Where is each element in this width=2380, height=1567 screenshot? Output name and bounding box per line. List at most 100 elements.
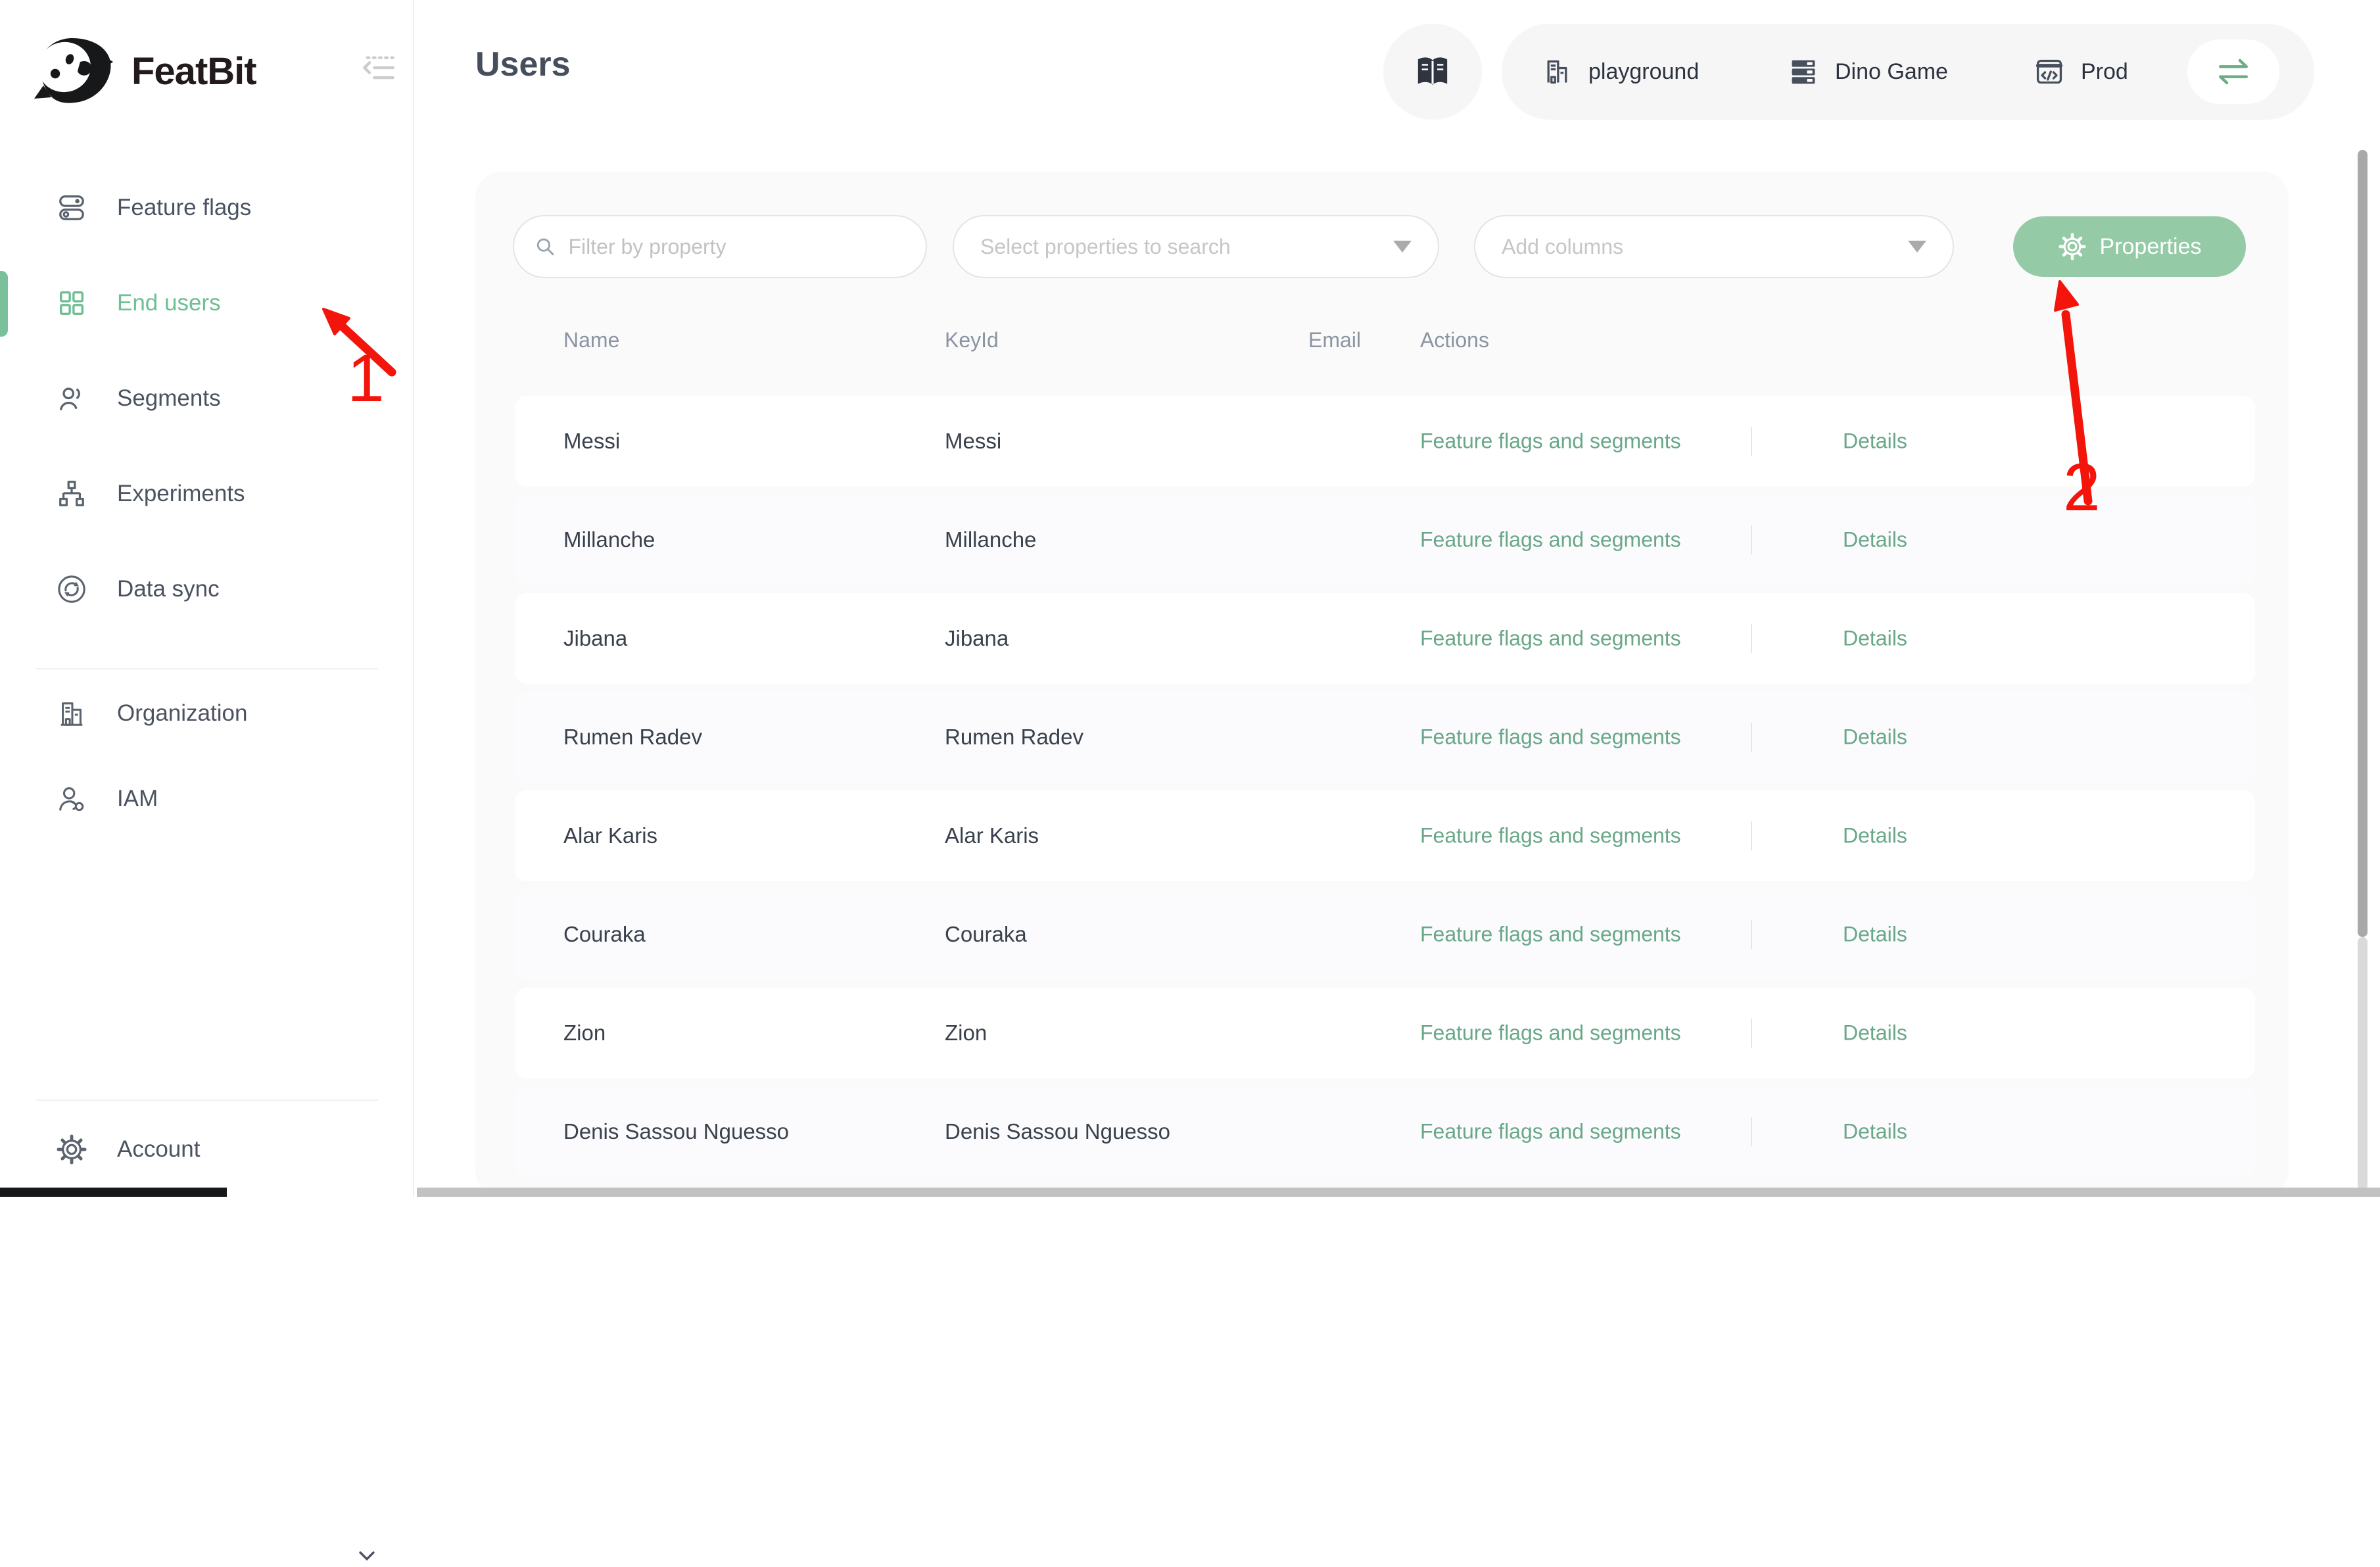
sidebar-item-experiments[interactable]: Experiments bbox=[0, 446, 414, 541]
cell-name: Alar Karis bbox=[563, 823, 945, 848]
table-row: Denis Sassou Nguesso Denis Sassou Nguess… bbox=[515, 1086, 2255, 1177]
chevron-down-icon[interactable] bbox=[355, 1543, 379, 1567]
cell-keyid: Zion bbox=[945, 1021, 1308, 1046]
sidebar: FeatBit Feature flags End users bbox=[0, 0, 414, 1197]
link-flags-segments[interactable]: Feature flags and segments bbox=[1420, 627, 1681, 651]
cell-actions: Feature flags and segments Details bbox=[1420, 396, 2255, 487]
book-icon bbox=[1414, 55, 1451, 89]
cell-name: Millanche bbox=[563, 527, 945, 552]
actions-divider bbox=[1751, 427, 1752, 456]
swap-arrows-icon bbox=[2213, 57, 2254, 86]
sidebar-item-label: Organization bbox=[117, 700, 247, 727]
link-details[interactable]: Details bbox=[1843, 725, 1907, 750]
workspace-project-label: Dino Game bbox=[1835, 59, 1948, 85]
iam-icon bbox=[57, 784, 87, 814]
table-header: Name KeyId Email Actions bbox=[515, 314, 2255, 366]
workspace-environment[interactable]: Prod bbox=[2035, 24, 2128, 120]
dropdown-caret-icon bbox=[1393, 241, 1412, 253]
collapse-sidebar-icon[interactable] bbox=[362, 53, 396, 84]
cell-keyid: Messi bbox=[945, 429, 1308, 454]
cell-keyid: Denis Sassou Nguesso bbox=[945, 1119, 1308, 1144]
link-flags-segments[interactable]: Feature flags and segments bbox=[1420, 824, 1681, 848]
dropdown-caret-icon bbox=[1908, 241, 1926, 253]
sidebar-item-label: Feature flags bbox=[117, 195, 251, 221]
table-row: Jibana Jibana Feature flags and segments… bbox=[515, 593, 2255, 684]
featbit-mascot-icon bbox=[30, 33, 114, 109]
link-flags-segments[interactable]: Feature flags and segments bbox=[1420, 1120, 1681, 1144]
sidebar-item-feature-flags[interactable]: Feature flags bbox=[0, 160, 414, 255]
link-details[interactable]: Details bbox=[1843, 923, 1907, 947]
sidebar-item-data-sync[interactable]: Data sync bbox=[0, 541, 414, 637]
link-details[interactable]: Details bbox=[1843, 1021, 1907, 1046]
filter-by-property-input[interactable] bbox=[568, 235, 906, 259]
sidebar-item-organization[interactable]: Organization bbox=[0, 671, 414, 756]
column-header-name: Name bbox=[563, 328, 945, 352]
actions-divider bbox=[1751, 624, 1752, 653]
select-properties-dropdown[interactable]: Select properties to search bbox=[953, 215, 1439, 278]
vertical-scrollbar-thumb[interactable] bbox=[2358, 150, 2368, 937]
horizontal-scrollbar[interactable] bbox=[417, 1188, 2380, 1197]
cell-actions: Feature flags and segments Details bbox=[1420, 988, 2255, 1078]
workspace-org[interactable]: playground bbox=[1542, 24, 1699, 120]
table-row: Rumen Radev Rumen Radev Feature flags an… bbox=[515, 692, 2255, 783]
table-row: Zion Zion Feature flags and segments Det… bbox=[515, 988, 2255, 1078]
account-gear-icon bbox=[57, 1134, 87, 1165]
workspace-environment-label: Prod bbox=[2081, 59, 2128, 85]
brand-name: FeatBit bbox=[131, 49, 256, 93]
data-sync-icon bbox=[57, 574, 87, 604]
project-stack-icon bbox=[1789, 57, 1818, 86]
gear-icon bbox=[2058, 232, 2087, 261]
actions-divider bbox=[1751, 525, 1752, 554]
select-properties-placeholder: Select properties to search bbox=[980, 235, 1393, 259]
link-details[interactable]: Details bbox=[1843, 1120, 1907, 1144]
link-flags-segments[interactable]: Feature flags and segments bbox=[1420, 923, 1681, 947]
cell-name: Couraka bbox=[563, 922, 945, 947]
table-row: Millanche Millanche Feature flags and se… bbox=[515, 494, 2255, 585]
add-columns-placeholder: Add columns bbox=[1502, 235, 1908, 259]
cell-actions: Feature flags and segments Details bbox=[1420, 593, 2255, 684]
link-details[interactable]: Details bbox=[1843, 627, 1907, 651]
workspace-switcher: playground Dino Game Prod bbox=[1502, 24, 2314, 120]
actions-divider bbox=[1751, 723, 1752, 752]
cell-actions: Feature flags and segments Details bbox=[1420, 790, 2255, 881]
workspace-org-label: playground bbox=[1588, 59, 1699, 85]
sidebar-item-segments[interactable]: Segments bbox=[0, 350, 414, 446]
actions-divider bbox=[1751, 1117, 1752, 1146]
cell-name: Messi bbox=[563, 429, 945, 454]
sidebar-item-label: Segments bbox=[117, 385, 221, 412]
users-panel: Select properties to search Add columns … bbox=[475, 172, 2289, 1197]
sidebar-item-account[interactable]: Account bbox=[0, 1107, 414, 1192]
brand-logo: FeatBit bbox=[30, 33, 256, 109]
cell-keyid: Millanche bbox=[945, 527, 1308, 552]
column-header-keyid: KeyId bbox=[945, 328, 1308, 352]
link-flags-segments[interactable]: Feature flags and segments bbox=[1420, 429, 1681, 454]
sidebar-item-iam[interactable]: IAM bbox=[0, 756, 414, 842]
search-icon bbox=[534, 234, 556, 259]
link-flags-segments[interactable]: Feature flags and segments bbox=[1420, 528, 1681, 552]
cell-name: Zion bbox=[563, 1021, 945, 1046]
switch-environment-button[interactable] bbox=[2187, 39, 2279, 104]
feature-flags-icon bbox=[57, 193, 87, 223]
workspace-project[interactable]: Dino Game bbox=[1789, 24, 1948, 120]
segments-icon bbox=[57, 383, 87, 414]
link-details[interactable]: Details bbox=[1843, 528, 1907, 552]
link-flags-segments[interactable]: Feature flags and segments bbox=[1420, 1021, 1681, 1046]
link-details[interactable]: Details bbox=[1843, 429, 1907, 454]
table-row: Couraka Couraka Feature flags and segmen… bbox=[515, 889, 2255, 980]
properties-button[interactable]: Properties bbox=[2013, 216, 2246, 277]
window-edge-strip bbox=[0, 1188, 227, 1197]
cell-name: Rumen Radev bbox=[563, 725, 945, 750]
cell-keyid: Alar Karis bbox=[945, 823, 1308, 848]
docs-button[interactable] bbox=[1383, 24, 1482, 120]
link-details[interactable]: Details bbox=[1843, 824, 1907, 848]
cell-keyid: Couraka bbox=[945, 922, 1308, 947]
end-users-icon bbox=[57, 288, 87, 318]
column-header-email: Email bbox=[1308, 328, 1420, 352]
sidebar-item-end-users[interactable]: End users bbox=[0, 255, 414, 350]
vertical-scrollbar-track[interactable] bbox=[2358, 937, 2368, 1190]
properties-button-label: Properties bbox=[2100, 234, 2202, 260]
cell-keyid: Rumen Radev bbox=[945, 725, 1308, 750]
cell-actions: Feature flags and segments Details bbox=[1420, 889, 2255, 980]
add-columns-dropdown[interactable]: Add columns bbox=[1474, 215, 1954, 278]
link-flags-segments[interactable]: Feature flags and segments bbox=[1420, 725, 1681, 750]
